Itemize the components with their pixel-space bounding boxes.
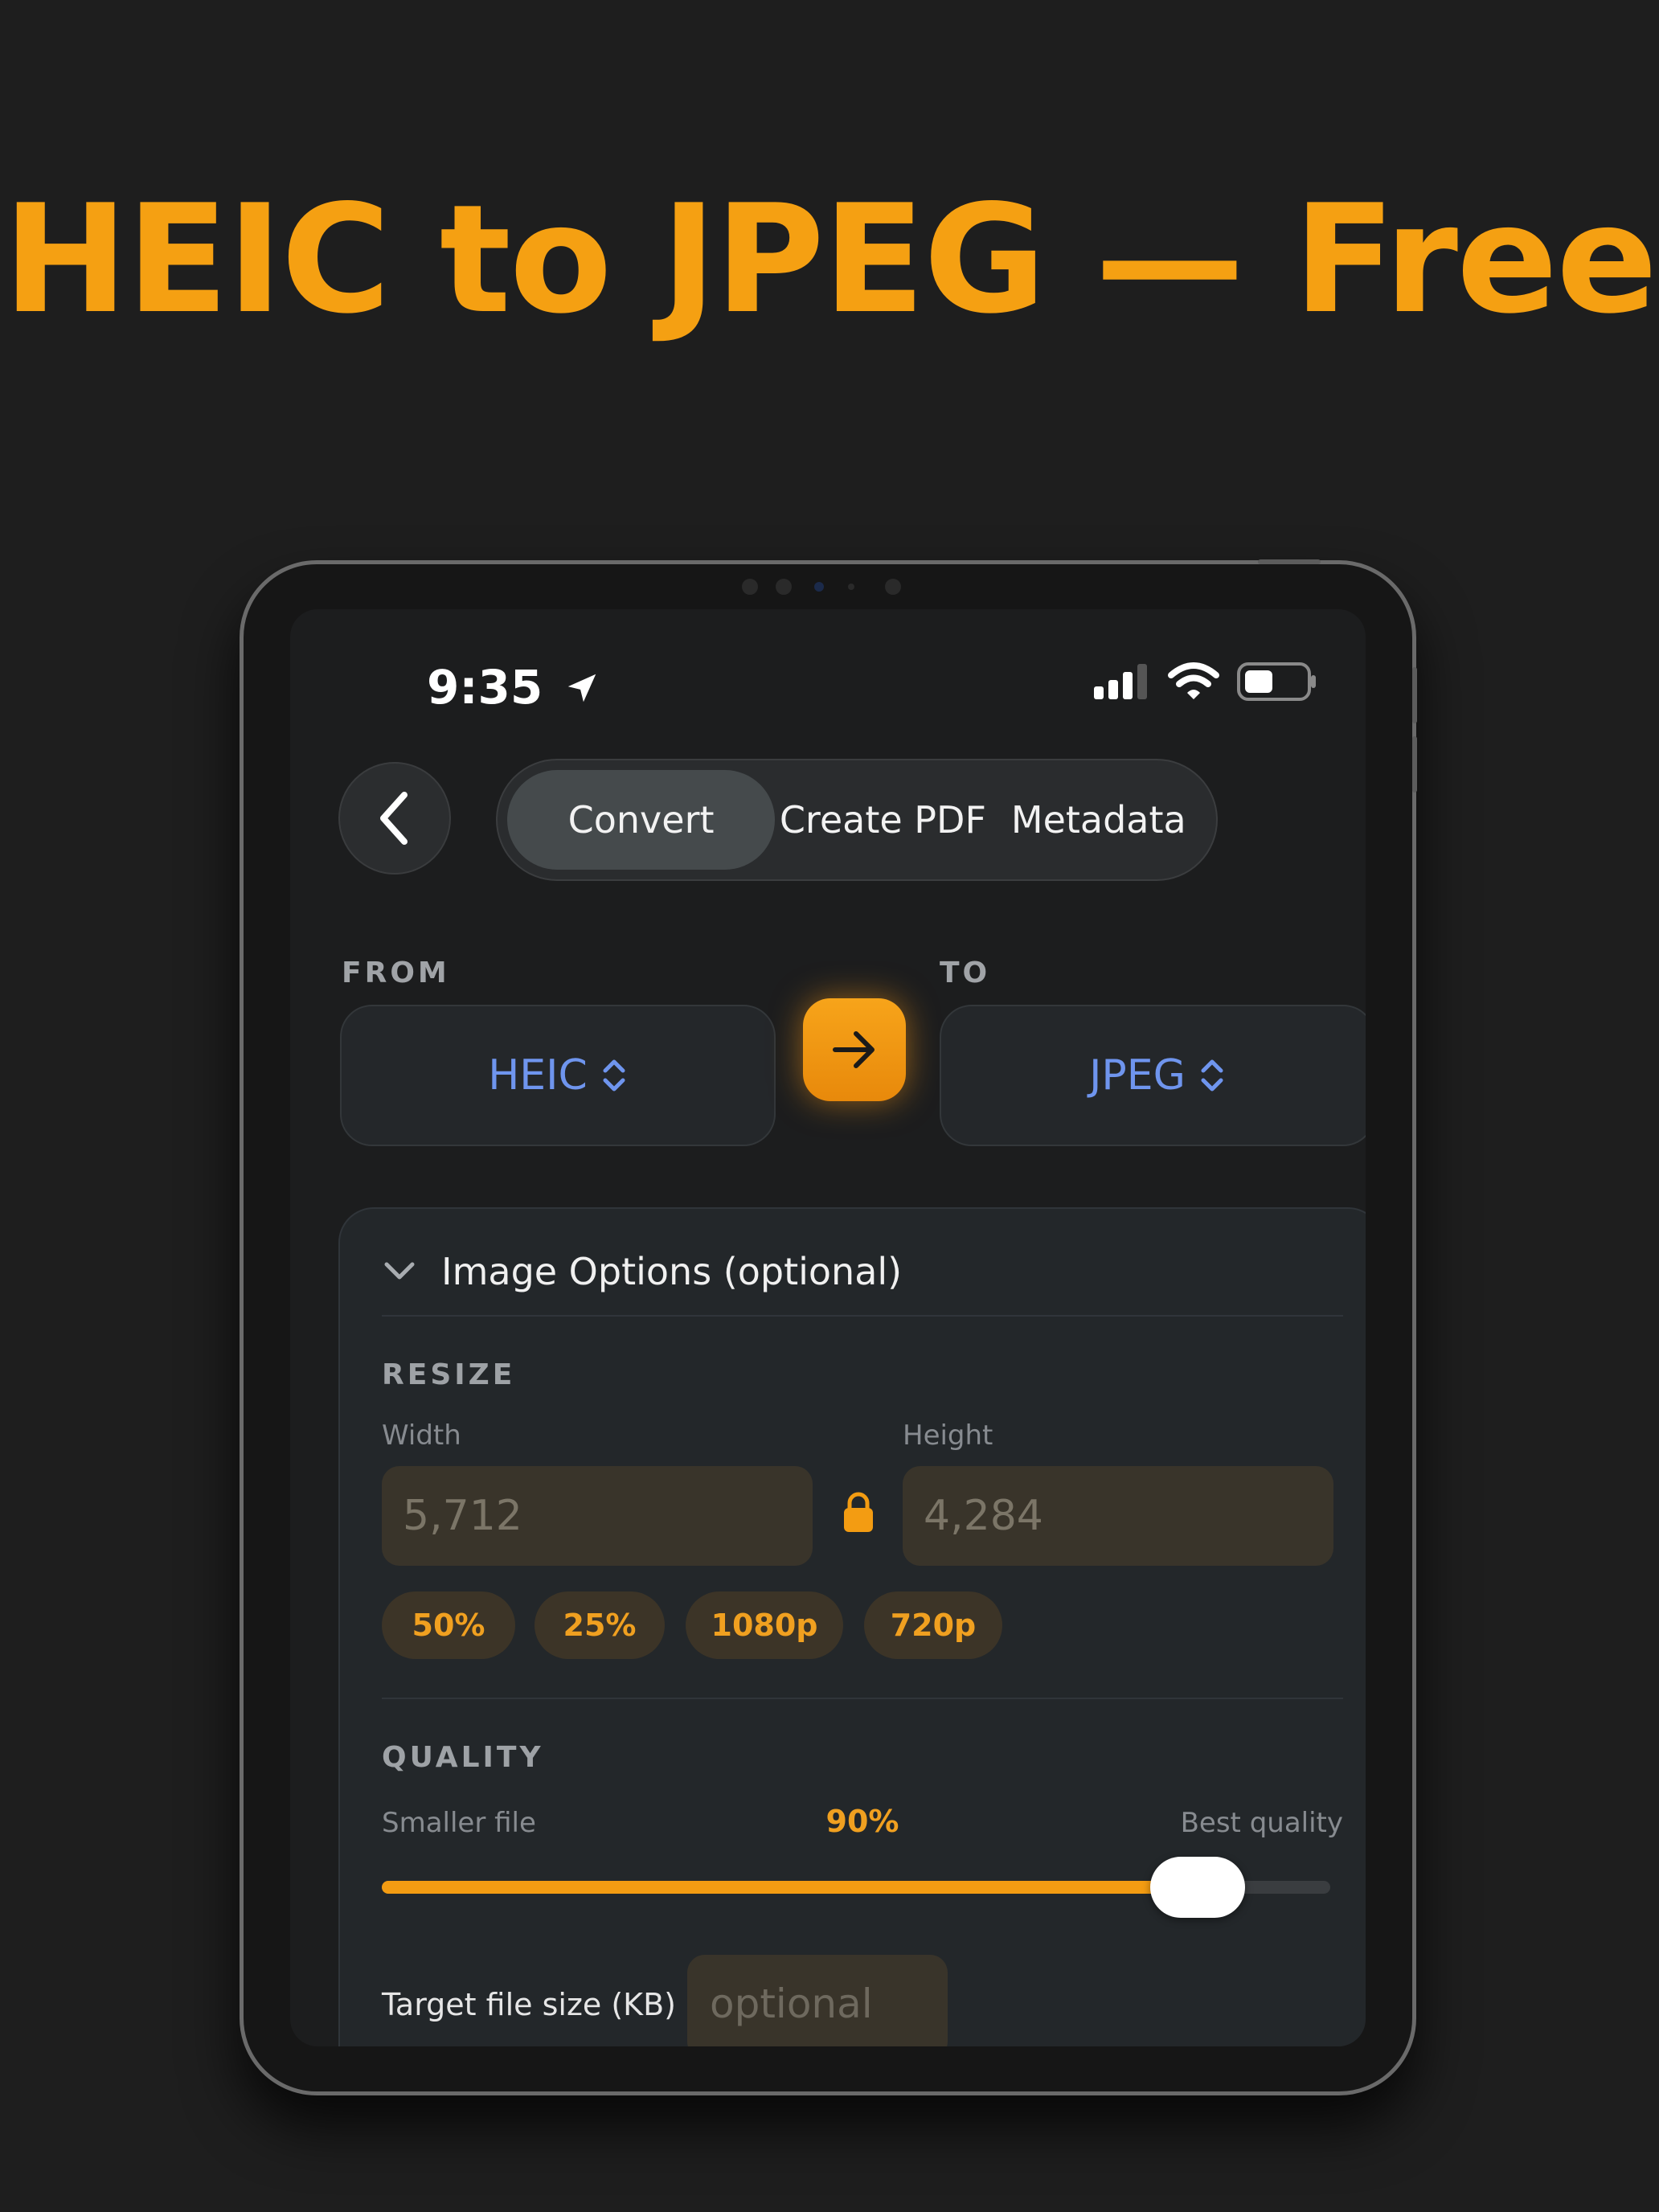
- headline: HEIC to JPEG — Free: [2, 172, 1658, 346]
- preset-chip-1080p[interactable]: 1080p: [686, 1591, 843, 1659]
- wifi-icon: [1168, 662, 1219, 699]
- battery-icon: [1237, 662, 1316, 701]
- top-button: [1258, 559, 1321, 564]
- location-arrow-icon: [568, 674, 596, 703]
- height-input[interactable]: 4,284: [903, 1466, 1333, 1566]
- chevron-left-icon: [380, 792, 408, 845]
- quality-max-label: Best quality: [1180, 1807, 1343, 1839]
- target-size-input[interactable]: optional: [687, 1955, 948, 2046]
- tablet-device-frame: 9:35 Convert Create PDF Metadata FROM TO…: [240, 559, 1417, 2095]
- camera-bar: [742, 577, 935, 596]
- image-options-toggle[interactable]: Image Options (optional): [382, 1231, 902, 1312]
- image-options-card: Image Options (optional) RESIZE Width He…: [338, 1207, 1366, 2046]
- tab-convert[interactable]: Convert: [507, 770, 776, 870]
- lock-icon: [844, 1492, 873, 1532]
- to-format-value: JPEG: [1089, 1051, 1186, 1100]
- quality-value: 90%: [825, 1804, 899, 1839]
- volume-up-button: [1412, 667, 1417, 723]
- quality-slider-fill: [382, 1881, 1198, 1894]
- preset-chip-720p[interactable]: 720p: [864, 1591, 1002, 1659]
- camera-lens: [814, 582, 824, 592]
- aspect-lock-toggle[interactable]: [842, 1490, 875, 1537]
- divider: [382, 1315, 1343, 1317]
- preset-chip-25[interactable]: 25%: [535, 1591, 665, 1659]
- from-format-picker[interactable]: HEIC: [340, 1005, 776, 1146]
- from-format-value: HEIC: [488, 1051, 588, 1100]
- sensor-dot: [742, 579, 758, 595]
- status-icons: [1094, 662, 1317, 701]
- chevron-up-down-icon: [1201, 1059, 1223, 1092]
- width-label: Width: [382, 1419, 461, 1452]
- height-label: Height: [903, 1419, 993, 1452]
- back-button[interactable]: [338, 762, 451, 875]
- status-time: 9:35: [427, 660, 600, 715]
- tab-create-pdf[interactable]: Create PDF: [775, 770, 990, 870]
- image-options-title: Image Options (optional): [441, 1250, 903, 1293]
- mode-segmented-control: Convert Create PDF Metadata: [496, 759, 1218, 881]
- cellular-signal-icon: [1094, 664, 1147, 699]
- divider: [382, 1698, 1343, 1699]
- quality-min-label: Smaller file: [382, 1807, 536, 1839]
- app-screen: 9:35 Convert Create PDF Metadata FROM TO…: [290, 609, 1366, 2046]
- status-time-text: 9:35: [427, 660, 543, 715]
- target-size-label: Target file size (KB): [382, 1987, 676, 2022]
- to-format-picker[interactable]: JPEG: [940, 1005, 1366, 1146]
- arrow-right-icon: [833, 1031, 875, 1068]
- sensor-dot: [885, 579, 901, 595]
- quality-slider-thumb[interactable]: [1149, 1857, 1245, 1918]
- volume-down-button: [1412, 736, 1417, 793]
- convert-direction-button[interactable]: [803, 998, 906, 1101]
- width-input[interactable]: 5,712: [382, 1466, 813, 1566]
- preset-chip-50[interactable]: 50%: [382, 1591, 515, 1659]
- resize-section-title: RESIZE: [382, 1358, 516, 1391]
- chevron-up-down-icon: [603, 1059, 625, 1092]
- from-label: FROM: [342, 956, 450, 989]
- quality-slider[interactable]: [382, 1857, 1330, 1918]
- to-label: TO: [940, 956, 991, 989]
- sensor-dot: [848, 584, 854, 590]
- sensor-dot: [776, 579, 792, 595]
- tab-metadata[interactable]: Metadata: [991, 770, 1206, 870]
- chevron-down-icon: [384, 1262, 415, 1280]
- quality-section-title: QUALITY: [382, 1741, 544, 1774]
